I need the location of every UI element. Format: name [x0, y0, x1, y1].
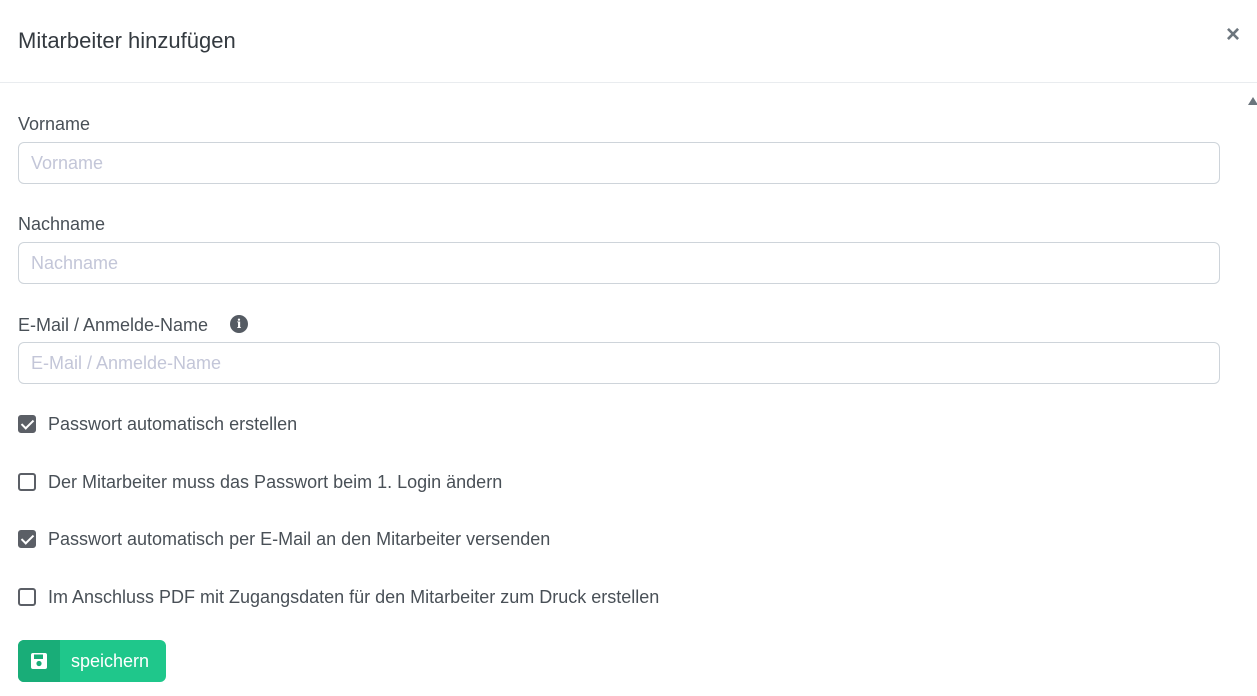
scrollbar-up-arrow-icon[interactable] [1248, 97, 1257, 105]
checkbox-email-password[interactable] [18, 530, 36, 548]
checkmark-icon [20, 416, 35, 430]
floppy-disk-icon [31, 653, 47, 669]
modal-title: Mitarbeiter hinzufügen [18, 28, 236, 53]
close-button[interactable]: × [1222, 22, 1244, 48]
vorname-input[interactable] [18, 142, 1220, 184]
checkbox-label-pdf-print[interactable]: Im Anschluss PDF mit Zugangsdaten für de… [48, 586, 659, 608]
vorname-label: Vorname [18, 114, 91, 134]
email-label: E-Mail / Anmelde-Name [18, 315, 209, 335]
checkbox-label-auto-password[interactable]: Passwort automatisch erstellen [48, 413, 297, 435]
checkbox-label-change-password[interactable]: Der Mitarbeiter muss das Passwort beim 1… [48, 471, 502, 493]
save-button-label: speichern [71, 651, 150, 671]
save-icon-box [18, 640, 60, 682]
checkmark-icon [20, 531, 35, 545]
checkbox-label-email-password[interactable]: Passwort automatisch per E-Mail an den M… [48, 528, 550, 550]
info-circle-icon[interactable]: i [230, 315, 248, 333]
modal-header: Mitarbeiter hinzufügen × [0, 0, 1257, 83]
save-button[interactable]: speichern [18, 640, 166, 682]
checkbox-auto-password[interactable] [18, 415, 36, 433]
nachname-input[interactable] [18, 242, 1220, 284]
checkbox-pdf-print[interactable] [18, 588, 36, 606]
email-input[interactable] [18, 342, 1220, 384]
checkbox-change-password[interactable] [18, 473, 36, 491]
nachname-label: Nachname [18, 214, 106, 234]
